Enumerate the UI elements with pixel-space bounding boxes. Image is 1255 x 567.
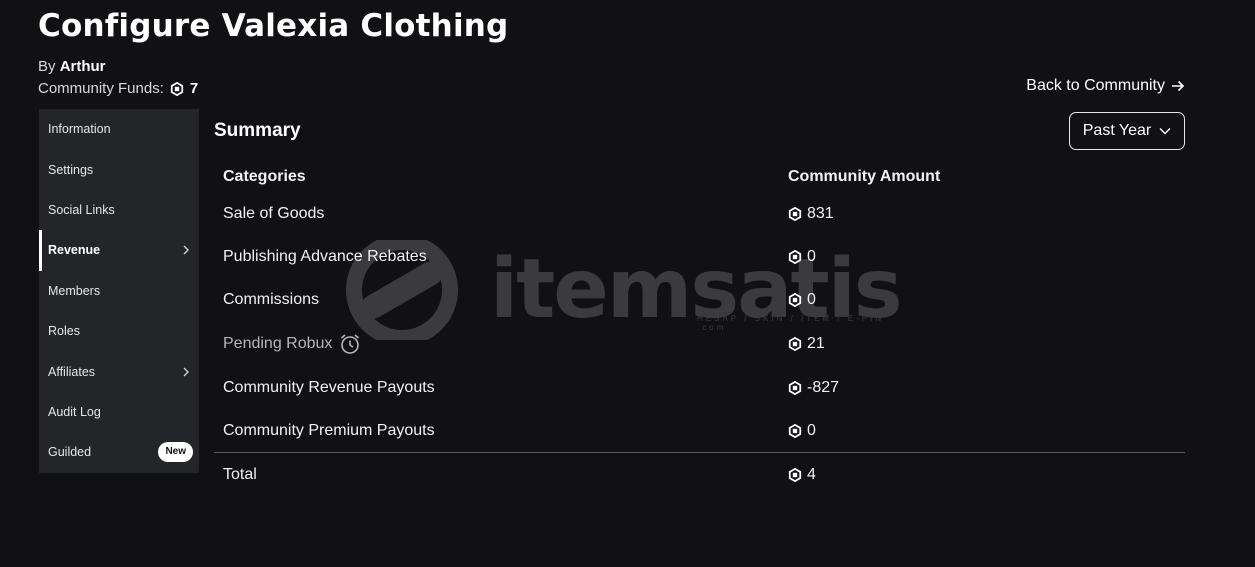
robux-icon (788, 292, 802, 307)
sidebar-item-label: Audit Log (48, 404, 101, 419)
sidebar-item-members[interactable]: Members (39, 271, 199, 311)
by-prefix: By (38, 58, 56, 75)
summary-title: Summary (214, 120, 301, 141)
period-dropdown[interactable]: Past Year (1069, 112, 1185, 150)
sidebar-item-label: Affiliates (48, 364, 96, 379)
robux-icon (788, 381, 802, 395)
table-row: Community Revenue Payouts -827 (214, 366, 1185, 410)
table-row: Sale of Goods 831 (214, 193, 1185, 235)
community-funds: Community Funds: 7 (38, 80, 198, 97)
table-header-row: Categories Community Amount (214, 160, 1185, 193)
total-label: Total (223, 466, 257, 483)
owner-name[interactable]: Arthur (60, 58, 106, 75)
table-row: Community Premium Payouts 0 (214, 410, 1185, 452)
row-category: Pending Robux (223, 332, 362, 356)
sidebar-item-social-links[interactable]: Social Links (39, 190, 199, 230)
table-row: Pending Robux 21 (214, 321, 1185, 366)
robux-icon (170, 81, 183, 96)
page-title: Configure Valexia Clothing (38, 8, 509, 44)
back-link-label: Back to Community (1026, 77, 1165, 94)
sidebar-item-affiliates[interactable]: Affiliates (39, 351, 199, 391)
robux-icon (788, 424, 802, 438)
sidebar-item-settings[interactable]: Settings (39, 149, 199, 189)
sidebar-item-information[interactable]: Information (39, 109, 199, 149)
sidebar-nav: Information Settings Social Links Revenu… (39, 109, 199, 473)
row-amount: 0 (788, 291, 816, 309)
revenue-summary-table: Categories Community Amount Sale of Good… (214, 160, 1185, 497)
sidebar-item-revenue[interactable]: Revenue (39, 230, 199, 271)
table-row: Publishing Advance Rebates 0 (214, 235, 1185, 278)
row-category: Community Premium Payouts (223, 422, 435, 439)
robux-icon (788, 336, 802, 351)
sidebar-item-guilded[interactable]: Guilded New (39, 432, 199, 472)
row-amount: 0 (788, 248, 816, 266)
row-amount: 21 (788, 335, 825, 353)
chevron-right-icon (183, 367, 189, 377)
funds-value: 7 (189, 80, 199, 97)
row-amount: -827 (788, 379, 839, 397)
chevron-right-icon (183, 245, 189, 255)
funds-label: Community Funds: (38, 80, 164, 97)
back-to-community-link[interactable]: Back to Community (1026, 77, 1185, 95)
sidebar-item-roles[interactable]: Roles (39, 311, 199, 351)
row-amount: 831 (788, 205, 834, 223)
column-header-amount: Community Amount (788, 167, 941, 185)
row-category: Commissions (223, 290, 320, 308)
table-row: Commissions 0 (214, 278, 1185, 321)
sidebar-item-label: Social Links (48, 202, 115, 217)
row-category: Sale of Goods (223, 205, 325, 222)
sidebar-item-label: Members (48, 283, 101, 298)
row-amount: 0 (788, 422, 816, 440)
alarm-clock-icon[interactable] (338, 332, 362, 356)
sidebar-item-label: Settings (48, 162, 94, 177)
total-row: Total 4 (214, 453, 1185, 497)
sidebar-item-label: Revenue (48, 243, 101, 258)
sidebar-item-audit-log[interactable]: Audit Log (39, 392, 199, 432)
sidebar-item-label: Guilded (48, 445, 92, 460)
new-badge: New (158, 442, 193, 463)
period-value: Past Year (1082, 122, 1152, 139)
robux-icon (788, 249, 802, 264)
owner-line: By Arthur (38, 58, 106, 75)
robux-icon (788, 207, 802, 221)
chevron-down-icon (1159, 128, 1171, 135)
total-amount: 4 (788, 466, 816, 484)
row-category: Community Revenue Payouts (223, 379, 435, 396)
arrow-right-icon (1172, 80, 1185, 92)
sidebar-item-label: Roles (48, 324, 80, 339)
row-category: Publishing Advance Rebates (223, 247, 427, 265)
sidebar-item-label: Information (48, 122, 111, 137)
column-header-categories: Categories (223, 167, 306, 185)
robux-icon (788, 468, 802, 482)
